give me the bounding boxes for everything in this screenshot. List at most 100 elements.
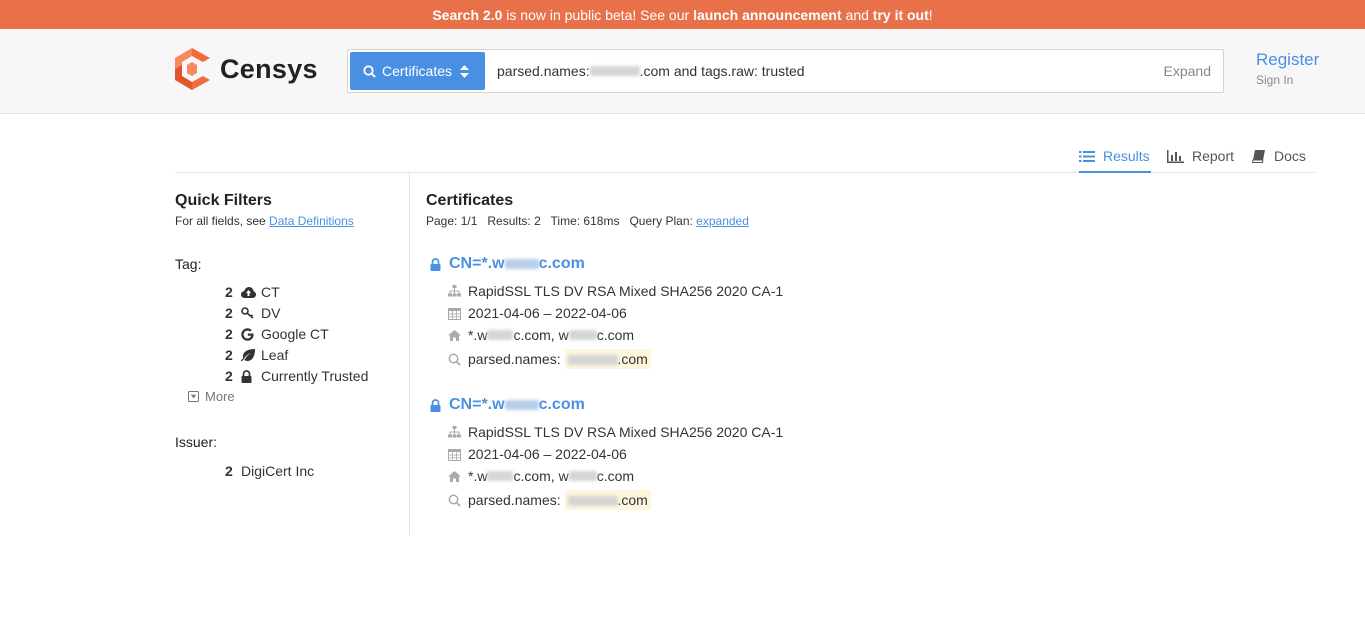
match-line: parsed.names: .com <box>448 490 651 510</box>
logo-text: Censys <box>220 53 318 84</box>
facet-label: CT <box>261 284 280 300</box>
redacted-text <box>567 355 618 366</box>
names-part: *.w <box>468 327 488 343</box>
certificate-link[interactable]: CN=*.w c.com <box>430 396 585 414</box>
cn-prefix: CN=*.w <box>449 396 505 413</box>
match-line: parsed.names: .com <box>448 349 651 369</box>
redacted-text <box>504 400 539 410</box>
quick-filters-title: Quick Filters <box>175 192 272 209</box>
redacted-text <box>568 330 597 340</box>
censys-logo[interactable]: Censys <box>175 48 318 90</box>
cloud-upload-icon <box>241 286 261 298</box>
home-icon <box>448 470 468 482</box>
issuer-line: RapidSSL TLS DV RSA Mixed SHA256 2020 CA… <box>448 283 783 299</box>
quick-filters-sidebar: Quick Filters For all fields, see Data D… <box>175 173 410 535</box>
facet-label: Google CT <box>261 326 329 342</box>
facet-label: Currently Trusted <box>261 368 369 384</box>
issuer-filter-digicert[interactable]: 2 DigiCert Inc <box>225 461 314 481</box>
sitemap-icon <box>448 426 468 438</box>
query-plan-link[interactable]: expanded <box>696 214 749 228</box>
tab-report[interactable]: Report <box>1167 148 1234 173</box>
tab-results[interactable]: Results <box>1079 148 1151 173</box>
names-line: *.w c.com, w c.com <box>448 327 634 343</box>
validity-line: 2021-04-06 – 2022-04-06 <box>448 305 627 321</box>
issuer-text: RapidSSL TLS DV RSA Mixed SHA256 2020 CA… <box>468 283 784 299</box>
register-link[interactable]: Register <box>1256 50 1319 70</box>
data-definitions-link[interactable]: Data Definitions <box>269 214 354 228</box>
leaf-icon <box>241 349 261 361</box>
bar-chart-icon <box>1167 150 1184 163</box>
match-highlight: .com <box>564 349 651 369</box>
redacted-text <box>567 496 618 507</box>
cn-suffix: c.com <box>538 396 585 413</box>
launch-announcement-link[interactable]: launch announcement <box>693 7 842 23</box>
search-bar: Certificates parsed.names: .com and tags.… <box>347 49 1224 93</box>
redacted-text <box>487 471 514 481</box>
match-label: parsed.names: <box>468 351 561 367</box>
more-label: More <box>205 389 235 404</box>
query-prefix: parsed.names: <box>497 63 590 79</box>
page-info: Page: 1/1 <box>426 214 478 228</box>
tab-label: Results <box>1103 148 1150 164</box>
announcement-banner: Search 2.0 is now in public beta! See ou… <box>0 0 1365 29</box>
censys-logo-icon <box>175 48 210 90</box>
redacted-text <box>504 259 539 269</box>
tag-filter-leaf[interactable]: 2 Leaf <box>225 345 288 365</box>
issuer-facet-label: Issuer: <box>175 434 218 450</box>
tag-filter-google-ct[interactable]: 2 Google CT <box>225 324 329 344</box>
tag-facet-label: Tag: <box>175 256 202 272</box>
issuer-text: RapidSSL TLS DV RSA Mixed SHA256 2020 CA… <box>468 424 784 440</box>
caret-square-down-icon <box>188 391 199 402</box>
book-icon <box>1252 150 1266 163</box>
calendar-icon <box>448 307 468 320</box>
query-plan-label: Query Plan: <box>629 214 697 228</box>
tab-label: Docs <box>1274 148 1306 164</box>
banner-lead: Search 2.0 <box>432 6 503 23</box>
names-part: c.com <box>596 327 635 343</box>
redacted-text <box>487 330 514 340</box>
sign-in-link[interactable]: Sign In <box>1256 73 1293 87</box>
facet-label: Leaf <box>261 347 289 363</box>
tab-label: Report <box>1192 148 1235 164</box>
query-suffix: .com and tags.raw: trusted <box>639 63 805 79</box>
names-part: c.com <box>596 468 635 484</box>
subtitle-text: For all fields, see <box>175 214 270 228</box>
more-tags-button[interactable]: More <box>188 389 235 404</box>
tag-filter-ct[interactable]: 2 CT <box>225 282 280 302</box>
tag-filter-currently-trusted[interactable]: 2 Currently Trusted <box>225 366 368 386</box>
search-type-select[interactable]: Certificates <box>350 52 485 90</box>
facet-count: 2 <box>225 305 233 321</box>
key-icon <box>241 307 261 319</box>
search-icon <box>448 353 468 366</box>
search-type-label: Certificates <box>382 63 453 79</box>
cn-suffix: c.com <box>538 255 585 272</box>
tag-filter-dv[interactable]: 2 DV <box>225 303 280 323</box>
search-icon <box>363 64 376 78</box>
search-input[interactable]: parsed.names: .com and tags.raw: trusted <box>497 60 1137 82</box>
certificate-link[interactable]: CN=*.w c.com <box>430 255 585 273</box>
lock-icon <box>430 398 441 412</box>
site-header: Censys Certificates parsed.names: .com an… <box>0 29 1365 114</box>
lock-icon <box>241 369 261 383</box>
names-part: *.w <box>468 468 488 484</box>
expand-button[interactable]: Expand <box>1164 63 1211 79</box>
try-it-out-link[interactable]: try it out <box>873 7 929 23</box>
calendar-icon <box>448 448 468 461</box>
match-highlight: .com <box>564 490 651 510</box>
facet-count: 2 <box>225 284 233 300</box>
match-label: parsed.names: <box>468 492 561 508</box>
home-icon <box>448 329 468 341</box>
validity-text: 2021-04-06 – 2022-04-06 <box>468 305 627 321</box>
names-line: *.w c.com, w c.com <box>448 468 634 484</box>
facet-count: 2 <box>225 368 233 384</box>
facet-label: DigiCert Inc <box>241 463 315 479</box>
validity-line: 2021-04-06 – 2022-04-06 <box>448 446 627 462</box>
facet-count: 2 <box>225 347 233 363</box>
lock-icon <box>430 257 441 271</box>
cn-prefix: CN=*.w <box>449 255 505 272</box>
results-title: Certificates <box>426 192 514 209</box>
sort-caret-icon <box>460 64 470 78</box>
view-tabs: Results Report Docs <box>175 140 1315 173</box>
tab-docs[interactable]: Docs <box>1252 148 1306 173</box>
facet-count: 2 <box>225 463 233 479</box>
